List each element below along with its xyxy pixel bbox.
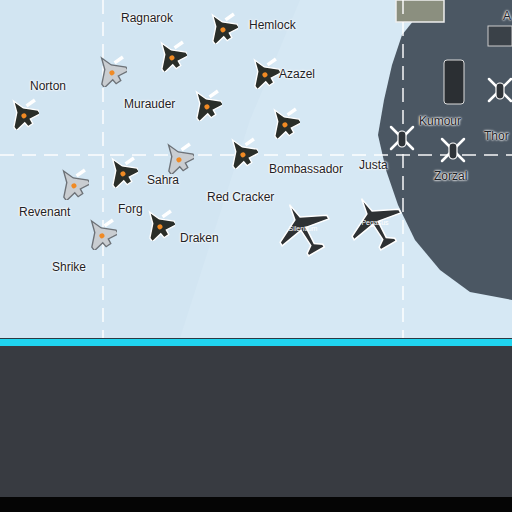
transport-icon[interactable]: Pegasus [344,191,406,253]
fighter-icon[interactable] [224,135,258,169]
helicopter-icon[interactable] [483,73,512,107]
unit-label: Justa [359,159,388,172]
unit-label: Hemlock [249,19,296,32]
jet-icon[interactable] [93,53,127,87]
bottom-panel [0,346,512,497]
fighter-icon[interactable] [5,96,39,130]
fighter-icon[interactable] [188,87,222,121]
unit-label: Kumour [419,115,461,128]
unit-label: Zorzal [434,170,467,183]
unit-label: Shrike [52,261,86,274]
jet-icon[interactable] [160,140,194,174]
unit-label: Red Cracker [207,191,274,204]
jet-icon[interactable] [55,166,89,200]
fighter-icon[interactable] [204,10,238,44]
unit-label: Bombassador [269,163,343,176]
unit-label: Murauder [124,98,175,111]
transport-icon[interactable]: Silentium [272,197,334,259]
fighter-icon[interactable] [246,55,280,89]
helicopter-icon[interactable] [436,133,470,167]
unit-name: Silentium [289,225,318,232]
helicopter-icon[interactable] [385,121,419,155]
unit-label: Sahra [147,174,179,187]
unit-label: Forg [118,203,143,216]
unit-name: Pegasus [361,219,389,227]
status-strip [0,338,512,346]
unit-label: Azazel [279,68,315,81]
footer-strip [0,497,512,512]
jet-icon[interactable] [83,216,117,250]
unit-label: Ragnarok [121,12,173,25]
unit-label: Revenant [19,206,70,219]
fighter-icon[interactable] [141,207,175,241]
map[interactable]: Ragnarok Hemlock Norton Azazel Murauder Kumou… [0,0,512,338]
fighter-icon[interactable] [104,154,138,188]
unit-label: Norton [30,80,66,93]
map-background [0,0,512,338]
fighter-icon[interactable] [153,38,187,72]
unit-label: Draken [180,232,219,245]
unit-label: A [503,10,511,23]
unit-label: Thor [484,130,509,143]
fighter-icon[interactable] [266,105,300,139]
